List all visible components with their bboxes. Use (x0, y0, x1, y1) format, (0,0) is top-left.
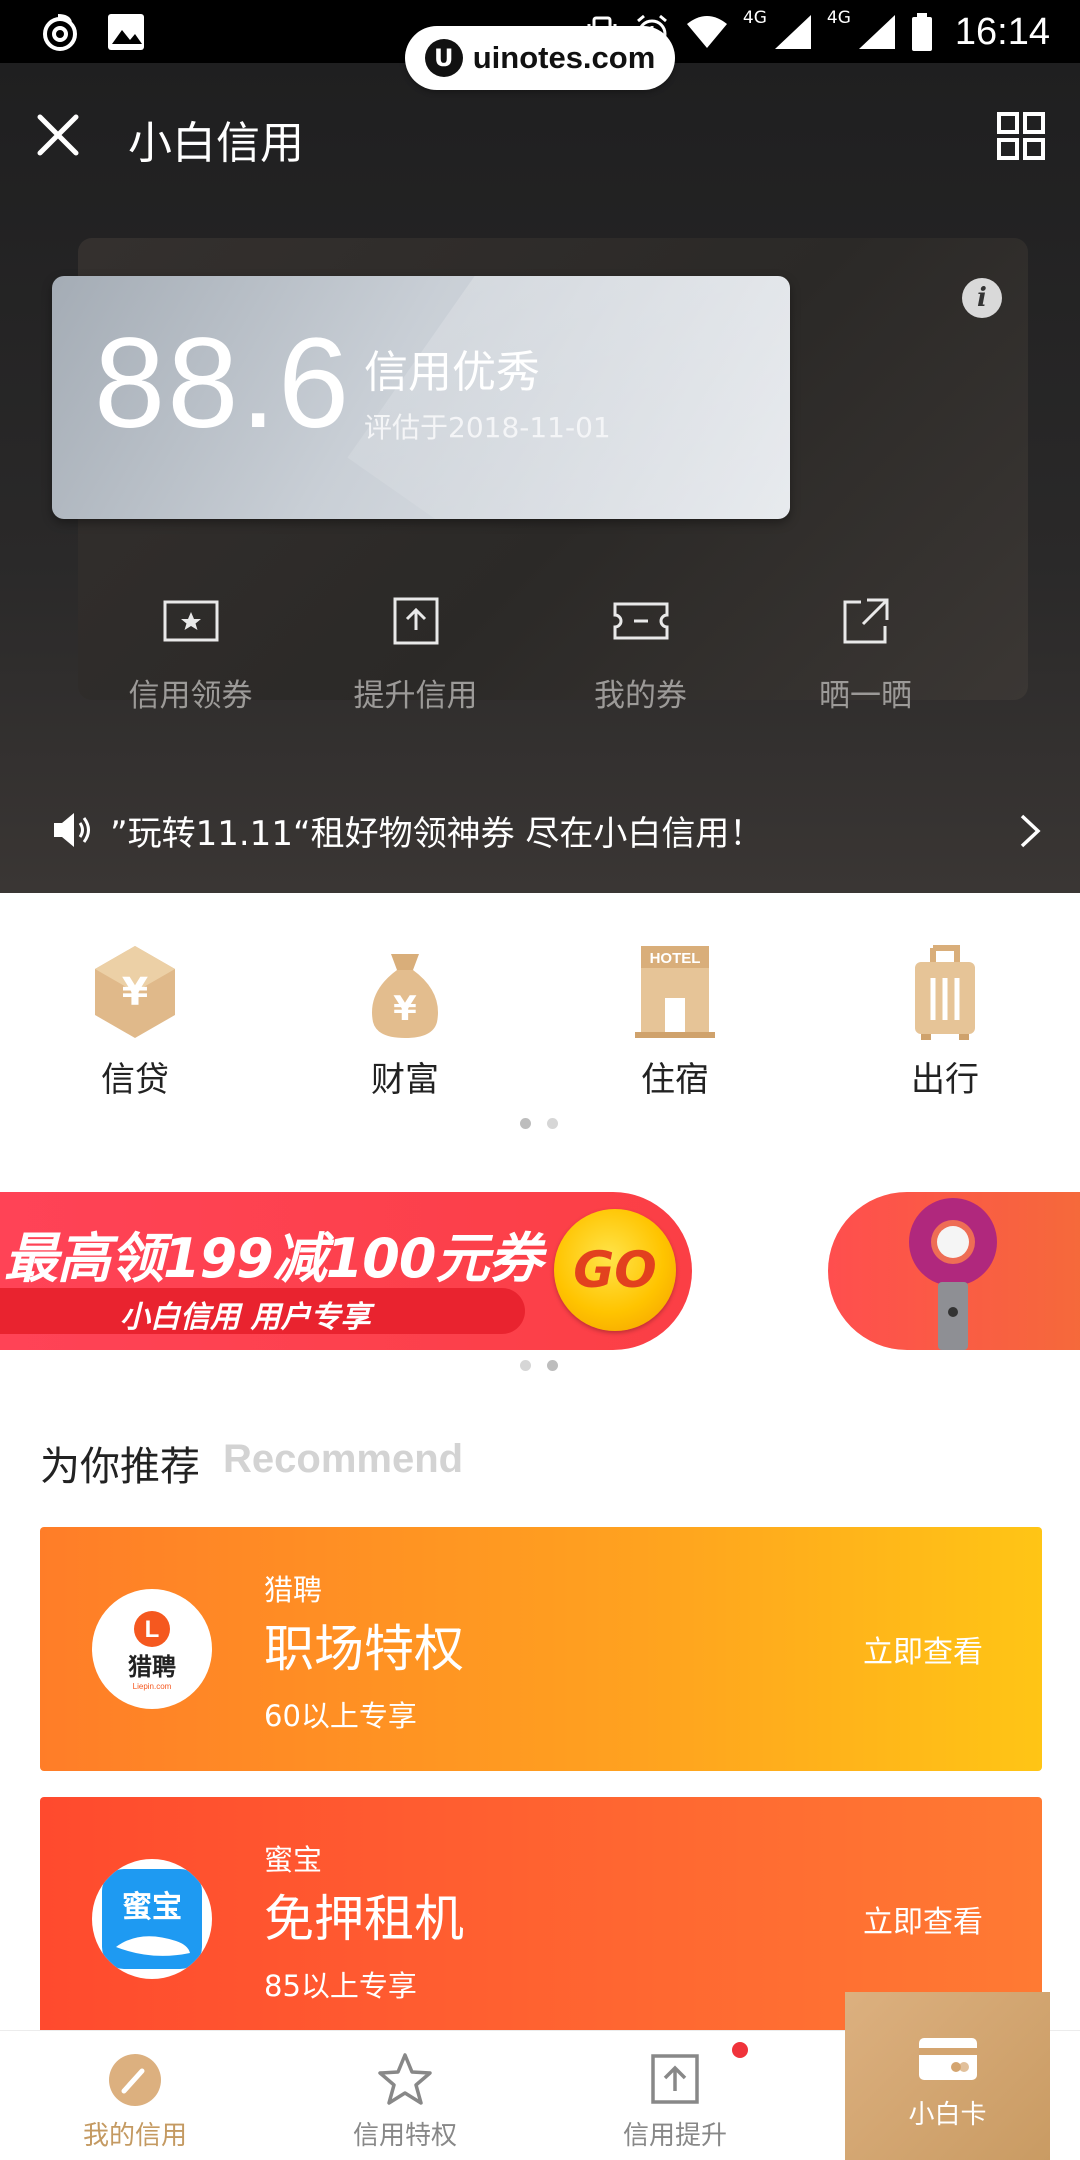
share-icon (843, 598, 888, 644)
battery-icon (911, 13, 932, 51)
network-type-1: 4G (742, 8, 767, 28)
recommend-name: 免押租机 (264, 1890, 464, 1948)
image-icon (108, 14, 144, 50)
grid-icon[interactable] (996, 111, 1046, 161)
quick-action-label: 我的券 (594, 678, 687, 714)
coupon-icon (613, 602, 668, 640)
card-icon (918, 2038, 977, 2080)
recommend-brand: 蜜宝 (264, 1843, 323, 1877)
quick-action-label: 晒一晒 (819, 678, 912, 714)
category-label: 财富 (371, 1060, 439, 1100)
view-now-link[interactable]: 立即查看 (863, 1897, 983, 1941)
tab-label: 信用特权 (352, 2121, 457, 2151)
recommend-name: 职场特权 (264, 1620, 464, 1678)
promo-banner-next[interactable] (828, 1192, 1080, 1350)
liepin-logo: L 猎聘 Liepin.com (92, 1589, 212, 1709)
page-dot (547, 1360, 558, 1371)
svg-text:Liepin.com: Liepin.com (133, 1682, 172, 1691)
quick-action-label: 提升信用 (353, 678, 478, 714)
promo-banner-main[interactable]: 最高领199减100元券 小白信用 用户专享 GO (0, 1192, 692, 1350)
tab-xiaobai-card[interactable]: 小白卡 (845, 1992, 1050, 2160)
category-label: 信贷 (101, 1060, 169, 1100)
promo-banner[interactable]: 最高领199减100元券 小白信用 用户专享 GO (0, 1192, 1080, 1350)
quick-action-improve[interactable]: 提升信用 (303, 596, 528, 736)
recommend-condition: 60以上专享 (264, 1699, 417, 1733)
quick-actions: 信用领券 提升信用 我的券 晒一晒 (78, 596, 978, 736)
recommend-brand: 猎聘 (264, 1573, 323, 1607)
category-travel[interactable]: 出行 (810, 942, 1080, 1112)
ticket-star-icon (163, 600, 218, 642)
quick-action-my-coupons[interactable]: 我的券 (528, 596, 753, 736)
service-categories: ¥ 信贷 ¥ 财富 HOTEL 住宿 出行 (0, 942, 1080, 1112)
tab-label: 小白卡 (908, 2100, 987, 2130)
svg-text:蜜宝: 蜜宝 (122, 1890, 182, 1925)
svg-text:L: L (145, 1616, 160, 1643)
page-dot (520, 1360, 531, 1371)
section-title: 为你推荐 (40, 1444, 200, 1490)
category-page-indicator (520, 1118, 558, 1129)
tab-credit-boost[interactable]: 信用提升 (540, 2031, 810, 2160)
category-hotel[interactable]: HOTEL 住宿 (540, 942, 810, 1112)
close-icon[interactable] (34, 111, 82, 159)
money-bag-icon: ¥ (372, 954, 438, 1038)
svg-text:¥: ¥ (122, 970, 148, 1014)
quick-action-share[interactable]: 晒一晒 (753, 596, 978, 736)
svg-text:HOTEL: HOTEL (650, 950, 701, 967)
luggage-icon (915, 945, 975, 1040)
recommend-card-liepin[interactable]: L 猎聘 Liepin.com 猎聘 职场特权 60以上专享 立即查看 (40, 1527, 1042, 1771)
go-button[interactable]: GO (554, 1209, 676, 1331)
gauge-icon (109, 2054, 161, 2106)
page-dot (520, 1118, 531, 1129)
tab-my-credit[interactable]: 我的信用 (0, 2031, 270, 2160)
banner-subtitle: 小白信用 用户专享 (120, 1300, 371, 1335)
credit-score-card[interactable]: 88.6 信用优秀 评估于2018-11-01 (52, 276, 790, 519)
page-title: 小白信用 (128, 118, 304, 169)
network-type-2: 4G (826, 8, 851, 28)
category-credit-loan[interactable]: ¥ 信贷 (0, 942, 270, 1112)
quick-action-coupons[interactable]: 信用领券 (78, 596, 303, 736)
announcement-bar[interactable]: ”玩转11.11“租好物领神券 尽在小白信用！ (0, 788, 1080, 868)
svg-text:猎聘: 猎聘 (128, 1653, 176, 1681)
upload-icon (393, 597, 438, 645)
tab-label: 信用提升 (622, 2121, 727, 2151)
view-now-link[interactable]: 立即查看 (863, 1627, 983, 1671)
section-title-en: Recommend (223, 1437, 464, 1481)
hair-dryer-image (909, 1198, 997, 1350)
quick-action-label: 信用领券 (128, 678, 253, 714)
evaluation-date: 评估于2018-11-01 (364, 411, 611, 444)
announcement-text: ”玩转11.11“租好物领神券 尽在小白信用！ (110, 814, 764, 854)
watermark-logo: U (424, 39, 463, 77)
speaker-icon (54, 813, 90, 847)
clock: 16:14 (954, 10, 1050, 53)
page-dot (547, 1118, 558, 1129)
tab-credit-privileges[interactable]: 信用特权 (270, 2031, 540, 2160)
yen-hexagon-icon: ¥ (95, 946, 175, 1038)
category-label: 住宿 (641, 1060, 709, 1100)
upload-icon (651, 2054, 699, 2104)
signal-icon-2 (858, 15, 895, 49)
banner-title: 最高领199减100元券 (4, 1227, 542, 1290)
mibao-logo: 蜜宝 (92, 1859, 212, 1979)
info-icon[interactable]: i (962, 278, 1002, 318)
credit-score: 88.6 (94, 312, 352, 455)
watermark: U uinotes.com (405, 26, 675, 90)
chevron-right-icon (1020, 814, 1041, 848)
signal-icon (774, 15, 811, 49)
hotel-icon: HOTEL (635, 946, 715, 1038)
wifi-icon (686, 16, 727, 48)
tab-label: 我的信用 (82, 2121, 187, 2151)
credit-level: 信用优秀 (364, 347, 540, 398)
netease-icon (43, 14, 77, 51)
recommend-condition: 85以上专享 (264, 1969, 417, 2003)
go-label: GO (573, 1241, 657, 1299)
category-wealth[interactable]: ¥ 财富 (270, 942, 540, 1112)
banner-page-indicator (520, 1360, 558, 1371)
notification-dot (732, 2042, 748, 2058)
star-icon (378, 2053, 432, 2105)
watermark-text: uinotes.com (472, 40, 656, 75)
category-label: 出行 (911, 1060, 979, 1100)
svg-text:¥: ¥ (393, 989, 417, 1029)
